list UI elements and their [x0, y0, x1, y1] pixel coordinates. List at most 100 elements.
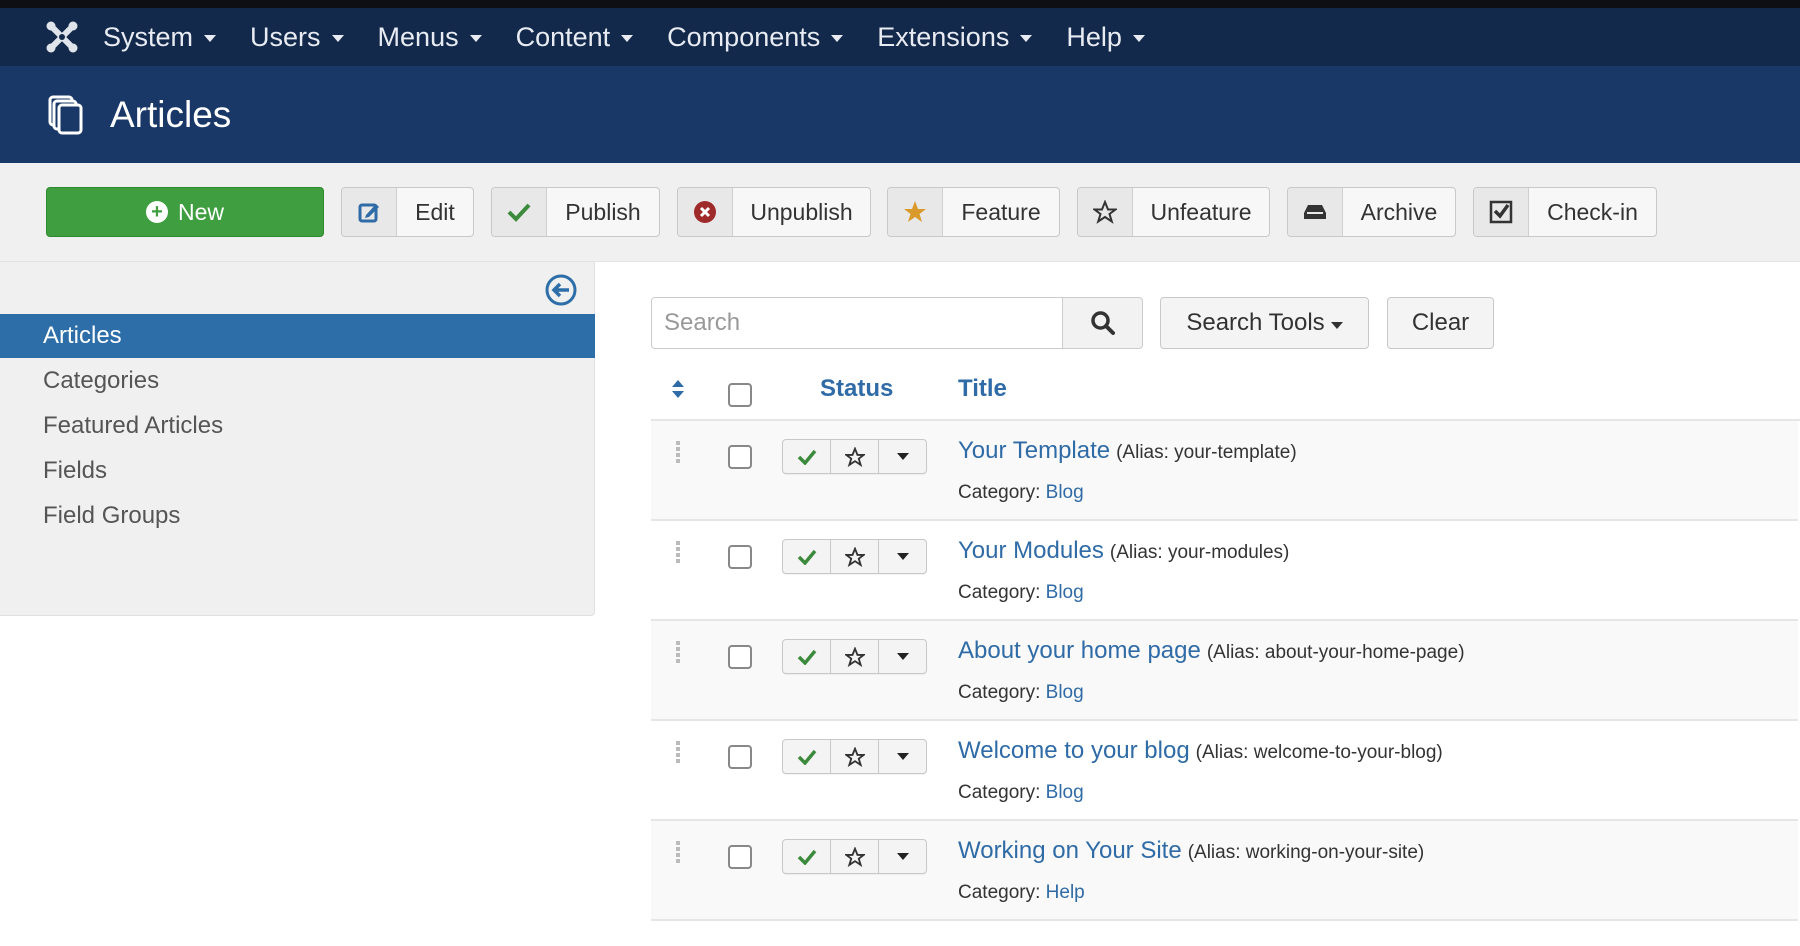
nav-label: Components: [667, 21, 821, 52]
new-button[interactable]: + New: [46, 187, 324, 237]
actions-dropdown-toggle[interactable]: [879, 540, 926, 573]
featured-toggle[interactable]: [831, 640, 879, 673]
drag-handle-icon[interactable]: [676, 641, 680, 663]
sidebar-item-fields[interactable]: Fields: [0, 449, 595, 493]
checkin-button[interactable]: Check-in: [1473, 187, 1657, 237]
row-checkbox[interactable]: [728, 745, 752, 769]
article-title-link[interactable]: About your home page: [958, 637, 1201, 664]
ordering-sort-icon[interactable]: [671, 379, 685, 404]
category-line: Category: Blog: [958, 582, 1084, 604]
featured-toggle[interactable]: [831, 840, 879, 873]
nav-extensions[interactable]: Extensions: [877, 21, 1033, 53]
category-link[interactable]: Blog: [1046, 482, 1084, 503]
feature-button[interactable]: Feature: [887, 187, 1060, 237]
stack-icon: [46, 93, 86, 137]
nav-content[interactable]: Content: [516, 22, 634, 53]
caret-down-icon: [331, 35, 344, 42]
nav-users[interactable]: Users: [250, 22, 344, 53]
sidebar-item-featured-articles[interactable]: Featured Articles: [0, 404, 595, 448]
published-toggle[interactable]: [783, 540, 831, 573]
nav-system[interactable]: System: [103, 21, 217, 53]
status-button-group: [782, 539, 927, 574]
publish-button[interactable]: Publish: [491, 187, 660, 237]
nav-label: Extensions: [877, 21, 1010, 52]
featured-toggle[interactable]: [831, 440, 879, 473]
article-alias: (Alias: working-on-your-site): [1187, 842, 1425, 863]
nav-components[interactable]: Components: [667, 21, 844, 53]
row-checkbox[interactable]: [728, 845, 752, 869]
star-outline-icon: [844, 846, 865, 867]
article-title-link[interactable]: Your Template: [958, 437, 1110, 464]
archive-icon: [1288, 188, 1343, 236]
search-input[interactable]: [651, 297, 1063, 349]
title-line: Your Template (Alias: your-template): [958, 437, 1297, 465]
check-icon: [797, 749, 816, 765]
drag-handle-icon[interactable]: [676, 741, 680, 763]
sidebar-item-articles[interactable]: Articles: [0, 314, 595, 358]
published-toggle[interactable]: [783, 440, 831, 473]
row-checkbox[interactable]: [728, 445, 752, 469]
sidebar-item-label: Categories: [43, 367, 160, 394]
clear-button[interactable]: Clear: [1387, 297, 1494, 349]
drag-handle-icon[interactable]: [676, 541, 680, 563]
edit-button[interactable]: Edit: [341, 187, 474, 237]
table-row: About your home page (Alias: about-your-h…: [651, 621, 1798, 721]
search-tools-button[interactable]: Search Tools: [1160, 297, 1369, 349]
star-icon: [888, 188, 943, 236]
featured-toggle[interactable]: [831, 740, 879, 773]
caret-down-icon: [1330, 321, 1343, 329]
new-button-label: New: [177, 198, 224, 225]
actions-dropdown-toggle[interactable]: [879, 640, 926, 673]
row-checkbox[interactable]: [728, 645, 752, 669]
published-toggle[interactable]: [783, 840, 831, 873]
sidebar-item-label: Fields: [43, 457, 108, 484]
search-button[interactable]: [1063, 297, 1143, 349]
category-link[interactable]: Blog: [1046, 782, 1084, 803]
actions-dropdown-toggle[interactable]: [879, 840, 926, 873]
archive-button[interactable]: Archive: [1287, 187, 1456, 237]
sidebar-item-field-groups[interactable]: Field Groups: [0, 494, 595, 538]
category-link[interactable]: Help: [1046, 882, 1085, 903]
toolbar: + New Edit Publish Unpublish Feature Unf…: [0, 163, 1800, 262]
nav-label: System: [103, 21, 194, 52]
status-column-header[interactable]: Status: [820, 375, 893, 403]
featured-toggle[interactable]: [831, 540, 879, 573]
sidebar-item-label: Field Groups: [43, 502, 181, 529]
table-header: Status Title: [651, 367, 1800, 421]
check-icon: [797, 449, 816, 465]
caret-down-icon: [1132, 35, 1145, 42]
article-title-link[interactable]: Welcome to your blog: [958, 737, 1190, 764]
drag-handle-icon[interactable]: [676, 441, 680, 463]
check-icon: [797, 549, 816, 565]
category-line: Category: Blog: [958, 682, 1084, 704]
drag-handle-icon[interactable]: [676, 841, 680, 863]
status-button-group: [782, 439, 927, 474]
browser-top-strip: [0, 0, 1800, 8]
article-alias: (Alias: welcome-to-your-blog): [1195, 742, 1443, 763]
article-title-link[interactable]: Working on Your Site: [958, 837, 1182, 864]
actions-dropdown-toggle[interactable]: [879, 740, 926, 773]
title-line: Your Modules (Alias: your-modules): [958, 537, 1289, 565]
table-row: Your Modules (Alias: your-modules) Catego…: [651, 521, 1798, 621]
nav-menus[interactable]: Menus: [378, 22, 482, 53]
article-title-link[interactable]: Your Modules: [958, 537, 1104, 564]
row-checkbox[interactable]: [728, 545, 752, 569]
category-link[interactable]: Blog: [1046, 682, 1084, 703]
category-prefix: Category:: [958, 482, 1041, 503]
collapse-sidebar-icon[interactable]: [545, 274, 577, 306]
select-all-checkbox[interactable]: [728, 383, 752, 407]
published-toggle[interactable]: [783, 740, 831, 773]
published-toggle[interactable]: [783, 640, 831, 673]
actions-dropdown-toggle[interactable]: [879, 440, 926, 473]
nav-help[interactable]: Help: [1066, 22, 1145, 53]
title-column-header[interactable]: Title: [958, 375, 1007, 403]
edit-icon: [342, 188, 397, 236]
caret-down-icon: [896, 653, 909, 660]
nav-label: Content: [515, 21, 611, 52]
sidebar-item-categories[interactable]: Categories: [0, 359, 595, 403]
joomla-logo-icon[interactable]: [43, 18, 81, 56]
star-outline-icon: [1078, 188, 1133, 236]
category-link[interactable]: Blog: [1046, 582, 1084, 603]
unfeature-button[interactable]: Unfeature: [1077, 187, 1270, 237]
unpublish-button[interactable]: Unpublish: [677, 187, 871, 237]
